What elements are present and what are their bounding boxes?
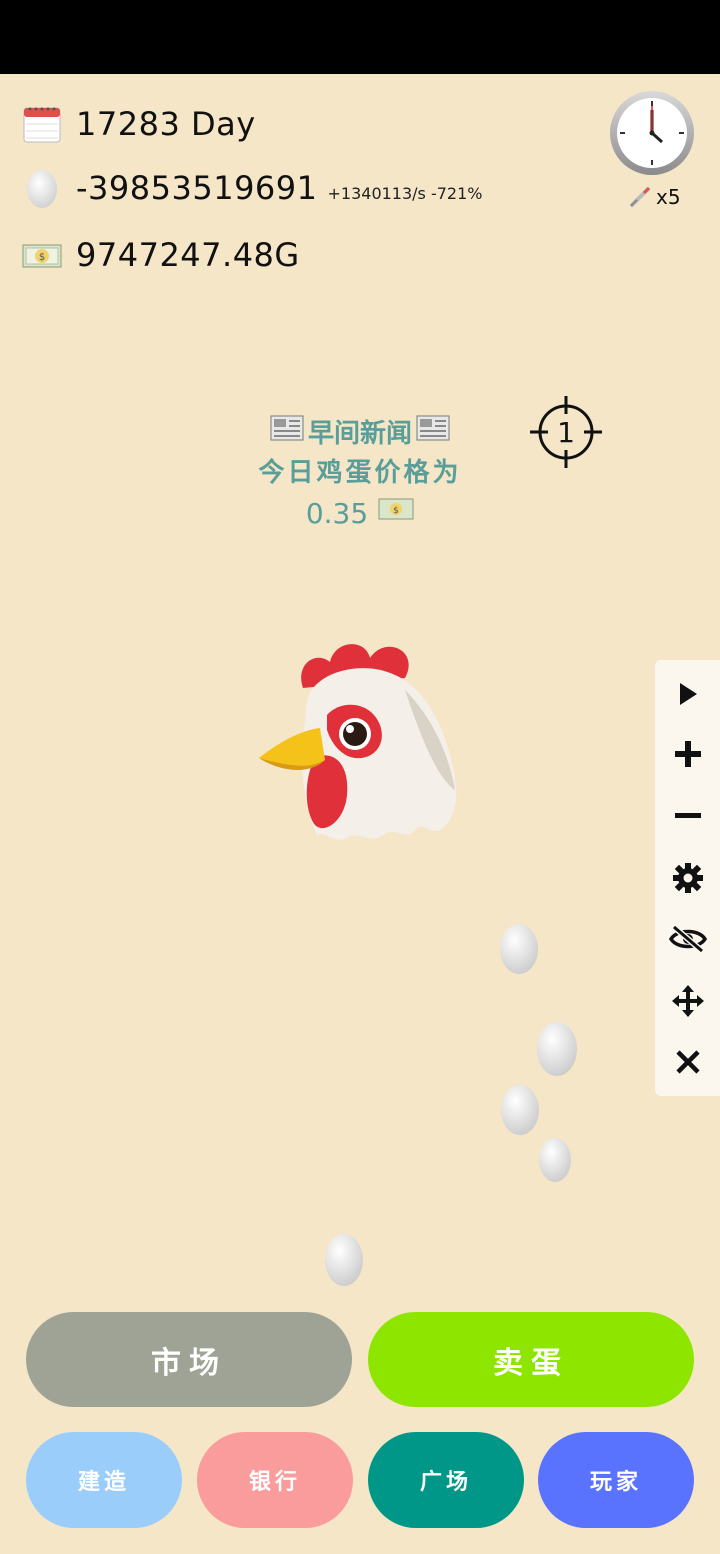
money-row: $ 9747247.48G xyxy=(22,235,300,275)
egg-price: 0.35 xyxy=(305,497,369,530)
morning-news: 早间新闻 今日鸡蛋价格为 0.35 $ xyxy=(180,414,540,536)
newspaper-icon xyxy=(416,414,450,454)
sell-eggs-button[interactable]: 卖蛋 xyxy=(368,1312,694,1407)
money-icon: $ xyxy=(22,235,62,275)
eggs-row: -39853519691 +1340113/s -721% xyxy=(22,168,483,208)
egg-sprite[interactable] xyxy=(498,922,540,976)
egg-icon xyxy=(22,168,62,208)
speed-multiplier[interactable]: x5 xyxy=(628,185,681,209)
syringe-icon xyxy=(629,186,651,208)
status-bar xyxy=(0,0,720,74)
settings-button[interactable] xyxy=(655,848,720,908)
egg-rate: +1340113/s -721% xyxy=(327,183,483,203)
money-counter: 9747247.48G xyxy=(76,236,300,274)
svg-text:$: $ xyxy=(393,506,399,516)
news-headline: 今日鸡蛋价格为 xyxy=(258,458,462,488)
egg-sprite[interactable] xyxy=(537,1136,573,1184)
egg-sprite[interactable] xyxy=(323,1232,365,1288)
chicken[interactable] xyxy=(255,630,470,850)
day-counter: 17283 Day xyxy=(76,105,256,143)
minus-icon xyxy=(674,813,701,818)
build-button[interactable]: 建造 xyxy=(26,1432,182,1528)
eye-off-icon xyxy=(668,924,707,954)
side-toolbar xyxy=(655,660,720,1096)
money-icon: $ xyxy=(378,492,414,536)
news-title: 早间新闻 xyxy=(307,419,412,449)
bank-button[interactable]: 银行 xyxy=(197,1432,353,1528)
gear-icon xyxy=(672,863,703,893)
clock-icon[interactable] xyxy=(609,90,695,176)
egg-sprite[interactable] xyxy=(535,1020,579,1078)
egg-counter: -39853519691 xyxy=(76,169,318,207)
close-icon xyxy=(675,1050,700,1074)
zoom-out-button[interactable] xyxy=(655,786,720,846)
newspaper-icon xyxy=(270,414,304,454)
day-row: 17283 Day xyxy=(22,104,256,144)
zoom-in-button[interactable] xyxy=(655,724,720,784)
plus-icon xyxy=(674,741,701,767)
crosshair-target[interactable]: 1 xyxy=(528,394,604,470)
egg-sprite[interactable] xyxy=(499,1083,541,1137)
market-button[interactable]: 市场 xyxy=(26,1312,352,1407)
players-button[interactable]: 玩家 xyxy=(538,1432,694,1528)
hide-button[interactable] xyxy=(655,909,720,969)
plaza-button[interactable]: 广场 xyxy=(368,1432,524,1528)
play-button[interactable] xyxy=(655,664,720,724)
crosshair-count: 1 xyxy=(557,416,575,449)
close-button[interactable] xyxy=(655,1032,720,1092)
move-icon xyxy=(671,985,704,1017)
move-button[interactable] xyxy=(655,971,720,1031)
calendar-icon xyxy=(22,104,62,144)
play-icon xyxy=(679,683,697,705)
svg-text:$: $ xyxy=(39,252,45,263)
speed-label: x5 xyxy=(656,185,681,209)
